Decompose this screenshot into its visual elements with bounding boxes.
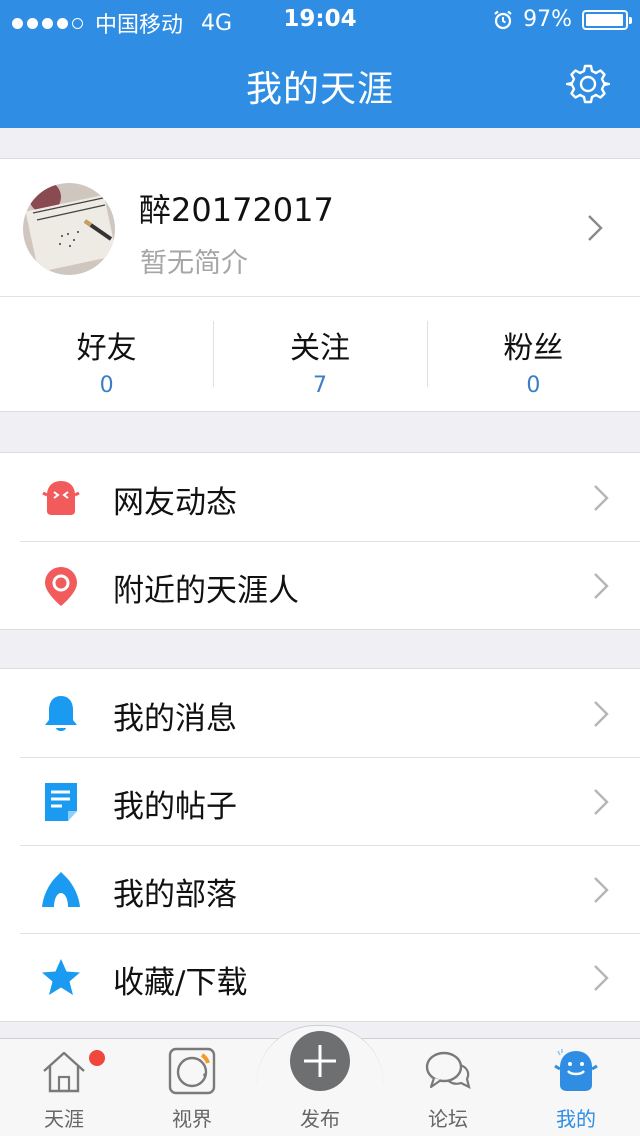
menu-item-messages[interactable]: 我的消息 — [0, 669, 640, 757]
plus-icon — [304, 1045, 336, 1077]
tab-mine[interactable]: 我的 — [512, 1039, 640, 1136]
menu-item-label: 收藏/下载 — [113, 965, 248, 1001]
menu-item-label: 我的消息 — [113, 701, 237, 737]
stat-fans[interactable]: 粉丝 0 — [426, 297, 640, 411]
menu-group-social: 网友动态 附近的天涯人 — [0, 452, 640, 630]
stat-friends[interactable]: 好友 0 — [0, 297, 213, 411]
friend-activity-icon — [42, 481, 80, 515]
menu-group-personal: 我的消息 我的帖子 我的部落 收藏/下载 — [0, 668, 640, 1022]
alarm-icon — [494, 10, 512, 29]
nav-bar: 我的天涯 — [0, 40, 640, 128]
stat-label: 粉丝 — [503, 331, 564, 366]
chevron-right-icon — [594, 789, 609, 815]
tab-forum[interactable]: 论坛 — [384, 1039, 512, 1136]
tab-home[interactable]: 天涯 — [0, 1039, 128, 1136]
home-icon — [43, 1051, 85, 1093]
stat-value: 0 — [99, 373, 114, 398]
stat-label: 关注 — [289, 331, 350, 366]
star-icon — [42, 959, 80, 995]
menu-item-posts[interactable]: 我的帖子 — [0, 757, 640, 845]
tent-icon — [42, 872, 80, 907]
chevron-right-icon — [594, 701, 609, 727]
avatar-image — [23, 183, 115, 275]
profile-bio: 暂无简介 — [140, 248, 248, 279]
document-icon — [45, 783, 77, 821]
status-bar: 中国移动 4G 19:04 97% — [0, 0, 640, 40]
stats-bar: 好友 0 关注 7 粉丝 0 — [0, 297, 640, 412]
tab-label: 我的 — [556, 1107, 596, 1131]
chevron-right-icon — [594, 877, 609, 903]
menu-item-nearby[interactable]: 附近的天涯人 — [0, 541, 640, 629]
tab-label: 论坛 — [428, 1107, 468, 1131]
tab-vision[interactable]: 视界 — [128, 1039, 256, 1136]
battery-icon — [582, 9, 632, 30]
stat-value: 7 — [312, 373, 327, 398]
status-right: 97% — [493, 7, 632, 32]
profile-name: 醉20172017 — [139, 191, 334, 229]
publish-button[interactable] — [290, 1031, 350, 1091]
menu-item-label: 附近的天涯人 — [113, 573, 299, 609]
menu-item-favorites[interactable]: 收藏/下载 — [0, 933, 640, 1021]
chevron-right-icon — [588, 215, 603, 241]
bell-icon — [45, 696, 77, 731]
tab-label: 天涯 — [44, 1107, 84, 1131]
location-pin-icon — [45, 567, 77, 606]
tab-label: 发布 — [300, 1107, 340, 1131]
chat-bubbles-icon — [425, 1051, 471, 1090]
settings-gear-icon[interactable] — [566, 62, 610, 106]
chevron-right-icon — [594, 573, 609, 599]
camera-icon — [168, 1047, 216, 1095]
menu-item-tribe[interactable]: 我的部落 — [0, 845, 640, 933]
chevron-right-icon — [594, 485, 609, 511]
mascot-icon — [554, 1049, 598, 1091]
battery-percent: 97% — [523, 7, 572, 32]
menu-item-label: 我的帖子 — [113, 789, 237, 825]
menu-item-label: 网友动态 — [113, 485, 237, 521]
screen: 中国移动 4G 19:04 97% 我的天涯 醉20172017 暂无简介 好友… — [0, 0, 640, 1136]
menu-item-label: 我的部落 — [113, 877, 237, 913]
avatar[interactable] — [23, 183, 115, 275]
notification-dot — [89, 1050, 105, 1066]
tab-bar: 天涯 视界 发布 论坛 我的 — [0, 1025, 640, 1136]
page-title: 我的天涯 — [245, 69, 394, 110]
menu-item-friend-activity[interactable]: 网友动态 — [0, 453, 640, 541]
stat-value: 0 — [526, 373, 541, 398]
profile-card[interactable]: 醉20172017 暂无简介 — [0, 158, 640, 297]
stat-label: 好友 — [76, 331, 137, 366]
tab-label: 视界 — [172, 1107, 212, 1131]
stat-following[interactable]: 关注 7 — [213, 297, 426, 411]
chevron-right-icon — [594, 965, 609, 991]
